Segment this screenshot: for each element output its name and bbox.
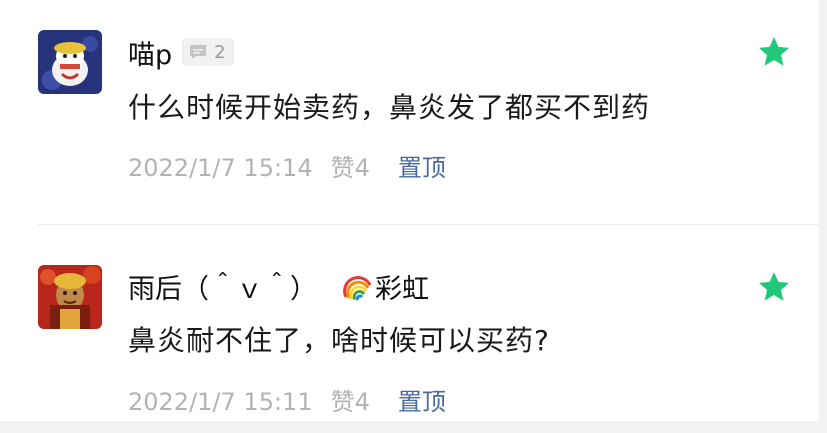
comment-icon [190, 45, 207, 59]
avatar[interactable] [38, 265, 102, 329]
like-count[interactable]: 赞4 [331, 148, 370, 183]
avatar[interactable] [38, 30, 102, 94]
username[interactable]: 雨后（＾ｖ＾） [128, 267, 317, 306]
like-count[interactable]: 赞4 [331, 382, 370, 417]
reply-badge[interactable]: 2 [182, 38, 234, 66]
username[interactable]: 喵p [128, 33, 172, 72]
badge-text: 彩虹 [375, 273, 429, 305]
star-icon[interactable] [757, 270, 791, 304]
comment-meta: 2022/1/7 15:14 赞4 置顶 [128, 148, 446, 183]
rainbow-icon [343, 276, 372, 301]
comment-item: 喵p 2 什么时候开始卖药，鼻炎发了都买不到药 2022/1/7 15:14 赞… [0, 0, 819, 215]
star-icon[interactable] [757, 35, 791, 69]
photo-avatar-icon [38, 265, 102, 329]
divider [38, 224, 819, 225]
timestamp: 2022/1/7 15:11 [128, 388, 313, 416]
comment-list: 喵p 2 什么时候开始卖药，鼻炎发了都买不到药 2022/1/7 15:14 赞… [0, 0, 819, 421]
pin-button[interactable]: 置顶 [398, 382, 446, 417]
pin-button[interactable]: 置顶 [398, 148, 446, 183]
reply-count: 2 [214, 41, 226, 63]
timestamp: 2022/1/7 15:14 [128, 154, 313, 182]
name-row: 雨后（＾ｖ＾） 彩虹 [128, 267, 429, 306]
comment-text: 鼻炎耐不住了，啥时候可以买药? [128, 324, 550, 357]
comment-item: 雨后（＾ｖ＾） 彩虹 鼻炎耐不住了，啥时候可以买药? 2022/1/7 15:1… [0, 240, 819, 421]
comment-meta: 2022/1/7 15:11 赞4 置顶 [128, 382, 446, 417]
comment-text: 什么时候开始卖药，鼻炎发了都买不到药 [128, 91, 651, 124]
name-row: 喵p 2 [128, 33, 234, 72]
cartoon-avatar-icon [38, 30, 102, 94]
